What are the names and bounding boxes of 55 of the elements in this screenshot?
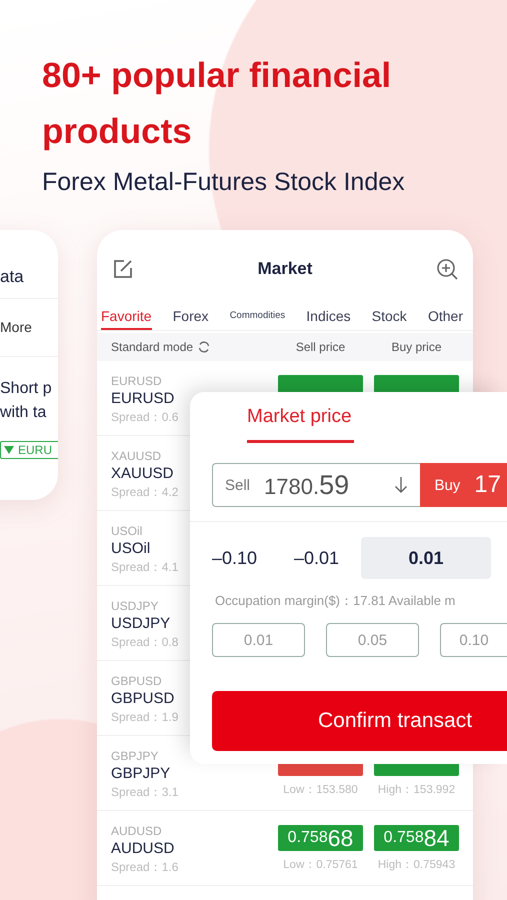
symbol-name: USDJPY bbox=[111, 614, 170, 634]
down-triangle-icon bbox=[4, 446, 14, 454]
spread-text: Spread：4.1 bbox=[111, 559, 178, 575]
spread-text: Spread：0.8 bbox=[111, 634, 178, 650]
lot-size-field[interactable]: 0.01 bbox=[361, 537, 491, 579]
news-headline: Short p bbox=[0, 379, 52, 399]
symbol-name: USOil bbox=[111, 539, 150, 559]
low-price: Low：153.580 bbox=[282, 783, 359, 797]
symbol-name: XAUUSD bbox=[111, 464, 174, 484]
spread-text: Spread：3.1 bbox=[111, 784, 178, 800]
symbol-name: GBPJPY bbox=[111, 764, 170, 784]
screen-title: Market bbox=[258, 259, 312, 279]
buy-button[interactable]: Buy 17 bbox=[420, 463, 507, 507]
category-tab[interactable]: Stock bbox=[372, 308, 407, 330]
category-tab[interactable]: Commodities bbox=[230, 310, 286, 330]
more-link[interactable]: More bbox=[0, 319, 32, 335]
mode-label[interactable]: Standard mode bbox=[111, 340, 194, 354]
category-tab[interactable]: Other bbox=[428, 308, 463, 330]
card-title: ata bbox=[0, 267, 24, 286]
symbol-name: GBPUSD bbox=[111, 689, 174, 709]
order-type-tab[interactable]: Market price bbox=[247, 406, 354, 443]
symbol-code: AUDUSD bbox=[111, 823, 162, 839]
low-price: Low：0.75761 bbox=[282, 858, 359, 872]
category-tab[interactable]: Forex bbox=[172, 308, 209, 330]
spread-text: Spread：4.2 bbox=[111, 484, 178, 500]
news-headline: with ta bbox=[0, 403, 46, 423]
category-tab[interactable]: Indices bbox=[306, 308, 351, 330]
lot-step-button[interactable]: –0.01 bbox=[294, 548, 361, 568]
spread-text: Spread：1.9 bbox=[111, 709, 178, 725]
symbol-code: XAUUSD bbox=[111, 448, 162, 464]
symbol-code: USOil bbox=[111, 523, 142, 539]
spread-text: Spread：0.6 bbox=[111, 409, 178, 425]
symbol-code: GBPUSD bbox=[111, 673, 162, 689]
column-header: Buy price bbox=[391, 340, 442, 354]
margin-info: Occupation margin($)：17.81 Available m bbox=[215, 592, 456, 610]
subtitle: Forex Metal-Futures Stock Index bbox=[42, 168, 405, 197]
symbol-name: EURUSD bbox=[111, 389, 174, 409]
refresh-icon[interactable] bbox=[198, 341, 210, 353]
symbol-code: GBPJPY bbox=[111, 748, 158, 764]
confirm-button[interactable]: Confirm transact bbox=[212, 691, 507, 751]
symbol-code: USDJPY bbox=[111, 598, 158, 614]
high-price: High：153.992 bbox=[376, 783, 456, 797]
category-tab[interactable]: Favorite bbox=[101, 308, 152, 330]
lot-step-button[interactable]: –0.10 bbox=[212, 548, 294, 568]
search-add-icon[interactable] bbox=[436, 258, 458, 280]
spread-text: Spread：1.6 bbox=[111, 859, 178, 875]
headline: 80+ popular financial products bbox=[42, 55, 392, 153]
column-header: Sell price bbox=[296, 340, 346, 354]
down-arrow-icon bbox=[394, 476, 408, 494]
sell-price-field[interactable]: Sell 1780.59 bbox=[212, 463, 420, 507]
symbol-tag: EURU bbox=[0, 441, 58, 459]
edit-icon[interactable] bbox=[112, 258, 134, 280]
high-price: High：0.75943 bbox=[376, 858, 456, 872]
symbol-name: AUDUSD bbox=[111, 839, 174, 859]
symbol-code: EURUSD bbox=[111, 373, 162, 389]
